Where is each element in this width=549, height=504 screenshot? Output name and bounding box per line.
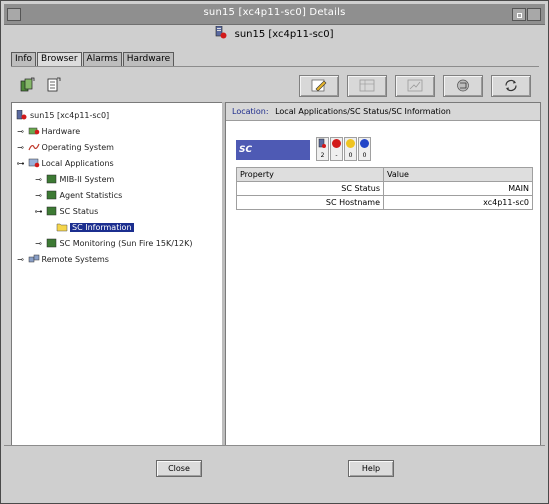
properties-icon[interactable] [45, 77, 61, 93]
close-button[interactable]: Close [156, 460, 202, 477]
tab-info[interactable]: Info [11, 52, 37, 66]
hardware-icon [28, 127, 39, 135]
table-row[interactable]: SC Status MAIN [236, 181, 533, 196]
property-cell: SC Hostname [236, 195, 384, 210]
tab-bar: Info Browser Alarms Hardware [11, 52, 175, 67]
module-icon [46, 238, 56, 248]
critical-icon [332, 139, 341, 148]
details-window: sun15 [xc4p11-sc0] Details sun15 [xc4p11… [0, 0, 549, 504]
tree-item-mib-ii-system[interactable]: ⊸ MIB-II System [34, 173, 114, 187]
minimize-button[interactable] [512, 8, 526, 21]
tree-item-local-applications[interactable]: ⊶ Local Applications [16, 157, 114, 171]
button-bar: Close Help [4, 445, 545, 501]
status-critical-count[interactable]: - [330, 137, 343, 161]
location-label: Location: [232, 107, 269, 116]
tree-item-remote-systems[interactable]: ⊸ Remote Systems [16, 253, 109, 267]
expand-icon[interactable]: ⊸ [34, 237, 43, 251]
collapse-icon[interactable]: ⊶ [16, 157, 25, 171]
edit-button[interactable] [299, 75, 339, 97]
expand-icon[interactable]: ⊸ [16, 125, 25, 139]
value-cell: xc4p11-sc0 [383, 195, 533, 210]
location-bar: Location: Local Applications/SC Status/S… [226, 103, 540, 121]
edit-pencil-icon [311, 79, 327, 92]
module-icon [46, 174, 56, 184]
collapse-icon[interactable]: ⊶ [34, 205, 43, 219]
host-label: sun15 [xc4p11-sc0] [234, 29, 334, 40]
column-header-value[interactable]: Value [383, 167, 533, 182]
table-icon [359, 79, 375, 92]
tree-item-sc-status[interactable]: ⊶ SC Status [34, 205, 98, 219]
minor-icon [346, 139, 355, 148]
tree-item-operating-system[interactable]: ⊸ Operating System [16, 141, 114, 155]
tree-item-agent-statistics[interactable]: ⊸ Agent Statistics [34, 189, 122, 203]
host-alarm-icon [16, 110, 27, 120]
tab-hardware[interactable]: Hardware [122, 52, 175, 66]
probe-button[interactable] [443, 75, 483, 97]
local-applications-icon [28, 158, 39, 168]
value-cell: MAIN [383, 181, 533, 196]
operating-system-icon [27, 143, 40, 151]
refresh-icon [505, 79, 517, 92]
remote-systems-icon [28, 254, 39, 263]
module-icon [46, 206, 56, 216]
graph-button[interactable] [395, 75, 435, 97]
refresh-button[interactable] [491, 75, 531, 97]
browser-tree[interactable]: sun15 [xc4p11-sc0] ⊸ Hardware ⊸ Operatin… [11, 102, 224, 446]
tree-root[interactable]: sun15 [xc4p11-sc0] [16, 109, 109, 123]
maximize-button[interactable] [527, 8, 541, 21]
status-summary: 2 - 0 0 [316, 137, 372, 161]
folder-icon [56, 223, 68, 232]
location-path: Local Applications/SC Status/SC Informat… [275, 107, 451, 116]
tree-root-label: sun15 [xc4p11-sc0] [30, 111, 110, 120]
expand-icon[interactable]: ⊸ [16, 253, 25, 267]
tree-item-sc-information[interactable]: SC Information [56, 221, 134, 235]
property-cell: SC Status [236, 181, 384, 196]
probe-icon [457, 79, 469, 92]
window-title: sun15 [xc4p11-sc0] Details [203, 7, 346, 18]
host-status-icon [318, 138, 326, 148]
tab-alarms[interactable]: Alarms [82, 52, 122, 66]
help-button[interactable]: Help [348, 460, 394, 477]
status-host-count[interactable]: 2 [316, 137, 329, 161]
module-icon [46, 190, 56, 200]
table-row[interactable]: SC Hostname xc4p11-sc0 [236, 195, 533, 210]
section-title: SC Information [236, 140, 310, 175]
expand-icon[interactable]: ⊸ [16, 141, 25, 155]
tree-item-hardware[interactable]: ⊸ Hardware [16, 125, 80, 139]
expand-icon[interactable]: ⊸ [34, 189, 43, 203]
info-icon [360, 139, 369, 148]
toolbar [11, 66, 539, 103]
graph-icon [407, 79, 423, 92]
expand-icon[interactable]: ⊸ [34, 173, 43, 187]
details-pane: Location: Local Applications/SC Status/S… [225, 102, 541, 446]
property-table: Property Value SC Status MAIN SC Hostnam… [236, 167, 533, 210]
status-minor-count[interactable]: 0 [344, 137, 357, 161]
host-alarm-icon [216, 26, 227, 39]
host-view-icon[interactable] [19, 77, 35, 93]
column-header-property[interactable]: Property [236, 167, 384, 182]
host-header: sun15 [xc4p11-sc0] [1, 26, 548, 42]
tab-browser[interactable]: Browser [37, 52, 82, 67]
tree-item-sc-monitoring[interactable]: ⊸ SC Monitoring (Sun Fire 15K/12K) [34, 237, 192, 251]
minimize-icon [517, 13, 522, 18]
status-info-count[interactable]: 0 [358, 137, 371, 161]
title-bar[interactable]: sun15 [xc4p11-sc0] Details [4, 4, 545, 25]
table-view-button[interactable] [347, 75, 387, 97]
